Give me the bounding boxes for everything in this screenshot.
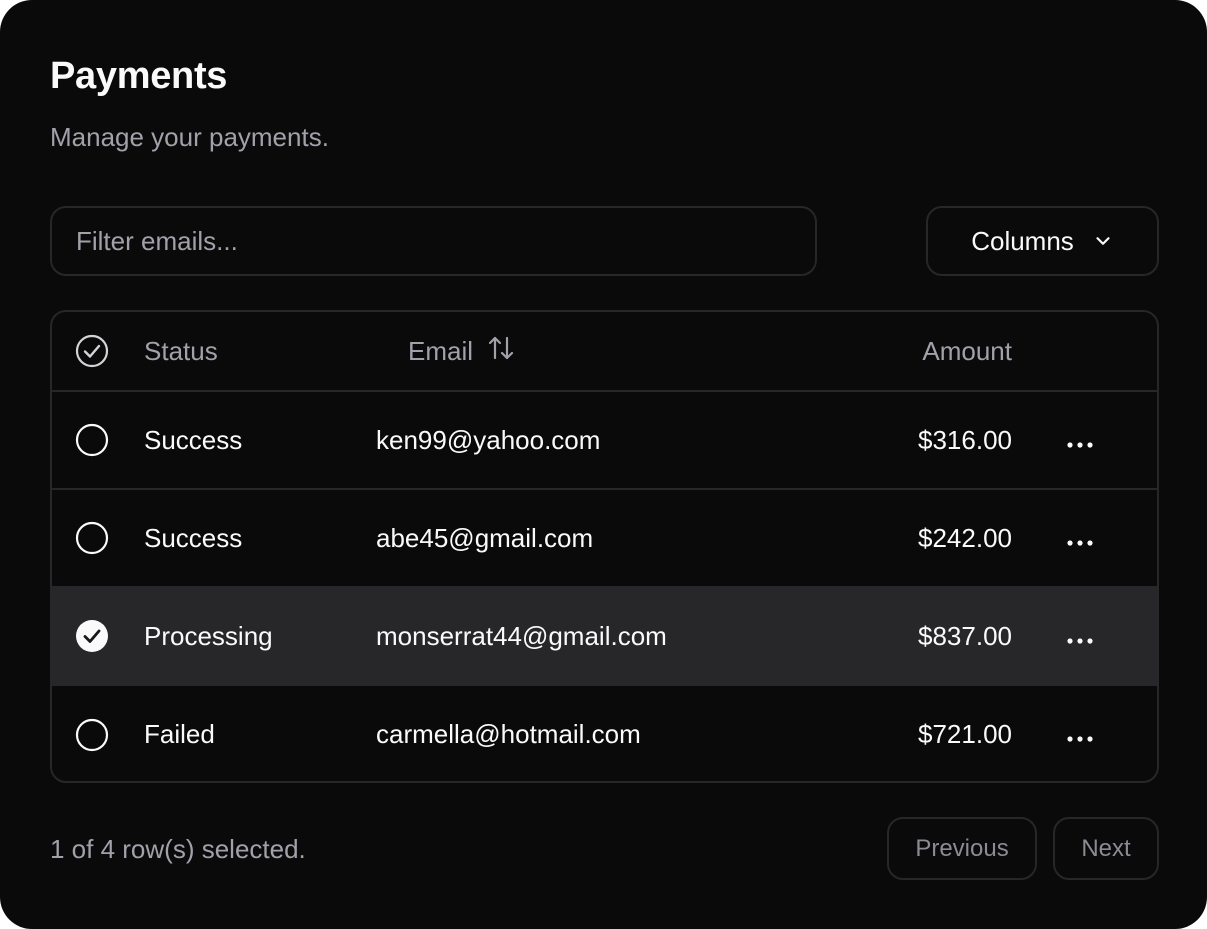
amount-cell: $316.00 (918, 424, 1012, 455)
table-row: Failed carmella@hotmail.com $721.00 (52, 686, 1157, 781)
email-cell: abe45@gmail.com (376, 522, 594, 553)
amount-cell: $837.00 (918, 620, 1012, 651)
column-header-email-sort[interactable]: Email (408, 312, 515, 390)
page-subtitle: Manage your payments. (50, 122, 329, 152)
payments-card: Payments Manage your payments. Columns S… (0, 0, 1207, 929)
previous-page-button[interactable]: Previous (887, 817, 1037, 880)
payments-table: Status Email Amount Success ken99@yahoo.… (50, 310, 1159, 783)
table-row-selected: Processing monserrat44@gmail.com $837.00 (52, 588, 1157, 686)
table-row: Success abe45@gmail.com $242.00 (52, 490, 1157, 588)
table-header-row: Status Email Amount (52, 312, 1157, 392)
selection-count-text: 1 of 4 row(s) selected. (50, 834, 306, 864)
more-horizontal-icon (1066, 621, 1094, 652)
circle-icon (75, 718, 109, 752)
status-cell: Processing (144, 620, 273, 651)
amount-cell: $721.00 (918, 719, 1012, 749)
arrow-up-down-icon (487, 334, 515, 369)
amount-cell: $242.00 (918, 522, 1012, 553)
status-cell: Success (144, 424, 243, 455)
table-row: Success ken99@yahoo.com $316.00 (52, 392, 1157, 490)
row-checkbox-checked[interactable] (75, 588, 109, 684)
more-horizontal-icon (1066, 523, 1094, 554)
column-header-amount: Amount (922, 335, 1012, 366)
row-actions-button[interactable] (1062, 686, 1098, 781)
more-horizontal-icon (1066, 425, 1094, 456)
email-cell: carmella@hotmail.com (376, 719, 641, 749)
select-all-checkbox[interactable] (75, 312, 109, 390)
row-actions-button[interactable] (1062, 392, 1098, 488)
email-cell: monserrat44@gmail.com (376, 620, 667, 651)
row-checkbox[interactable] (75, 490, 109, 586)
column-header-status: Status (144, 335, 218, 366)
more-horizontal-icon (1066, 719, 1094, 750)
email-cell: ken99@yahoo.com (376, 424, 601, 455)
row-actions-button[interactable] (1062, 588, 1098, 684)
column-header-email: Email (408, 335, 474, 366)
chevron-down-icon (1092, 230, 1114, 252)
columns-dropdown-button[interactable]: Columns (926, 206, 1159, 276)
row-actions-button[interactable] (1062, 490, 1098, 586)
status-cell: Failed (144, 719, 215, 749)
page-title: Payments (50, 55, 228, 97)
next-page-button[interactable]: Next (1053, 817, 1159, 880)
filter-emails-input[interactable] (50, 206, 817, 276)
circle-icon (75, 423, 109, 457)
check-circle-filled-icon (75, 619, 109, 653)
row-checkbox[interactable] (75, 392, 109, 488)
circle-icon (75, 521, 109, 555)
status-cell: Success (144, 522, 243, 553)
columns-button-label: Columns (971, 225, 1074, 256)
check-circle-icon (75, 334, 109, 368)
row-checkbox[interactable] (75, 686, 109, 781)
